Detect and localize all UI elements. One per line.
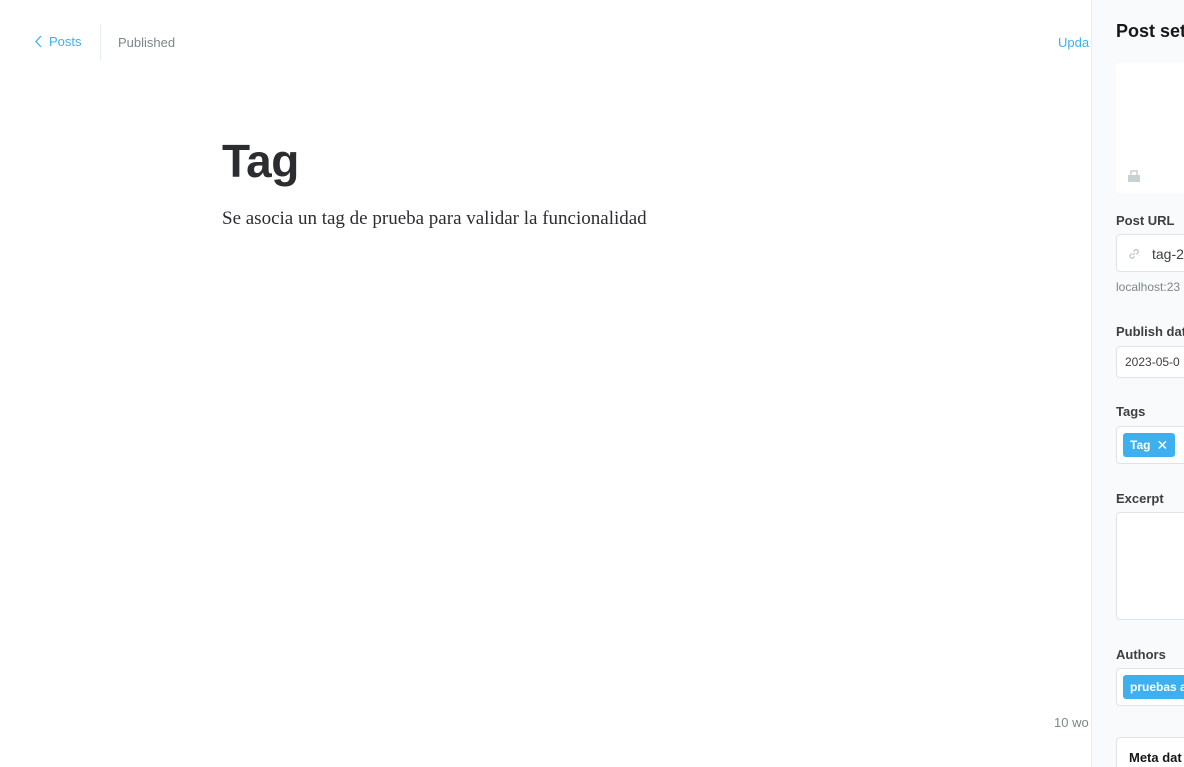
tag-pill-label: Tag [1130,438,1151,452]
publish-date-value: 2023-05-0 [1125,355,1180,369]
chevron-left-icon [35,35,42,48]
authors-input[interactable]: pruebas a [1116,668,1184,706]
post-url-label: Post URL [1116,213,1175,228]
post-status: Published [118,35,176,50]
settings-title: Post sett [1116,21,1184,41]
tag-pill[interactable]: Tag ✕ [1123,433,1176,457]
author-pill-label: pruebas a [1130,680,1184,694]
editor-pane: Posts Published Upda Tag Se asocia un ta… [0,0,1091,767]
back-to-posts-link[interactable]: Posts [34,34,82,49]
link-icon [1129,249,1139,259]
word-count: 10 wo [1054,715,1089,730]
author-pill[interactable]: pruebas a [1123,675,1184,699]
post-title[interactable]: Tag [222,134,299,188]
tags-label: Tags [1116,404,1146,419]
update-button[interactable]: Upda [1058,35,1089,50]
meta-data-label: Meta dat [1129,750,1182,765]
image-upload-icon [1128,170,1140,182]
publish-date-input[interactable]: 2023-05-0 [1116,346,1184,378]
feature-image-upload[interactable] [1116,63,1184,193]
post-settings-panel: Post sett Post URL tag-2 localhost:23 Pu… [1091,0,1184,767]
meta-data-button[interactable]: Meta dat [1116,737,1184,767]
remove-tag-icon[interactable]: ✕ [1156,433,1168,457]
post-url-value: tag-2 [1152,246,1184,262]
post-url-input[interactable]: tag-2 [1116,234,1184,272]
post-url-hint: localhost:23 [1116,280,1181,294]
tags-input[interactable]: Tag ✕ [1116,426,1184,464]
excerpt-label: Excerpt [1116,491,1164,506]
post-body[interactable]: Se asocia un tag de prueba para validar … [222,208,647,230]
back-link-label: Posts [49,34,82,49]
topbar-divider [100,24,101,60]
authors-label: Authors [1116,647,1166,662]
editor-topbar: Posts Published Upda [0,0,1091,84]
publish-date-label: Publish dat [1116,324,1184,339]
excerpt-textarea[interactable] [1116,512,1184,620]
